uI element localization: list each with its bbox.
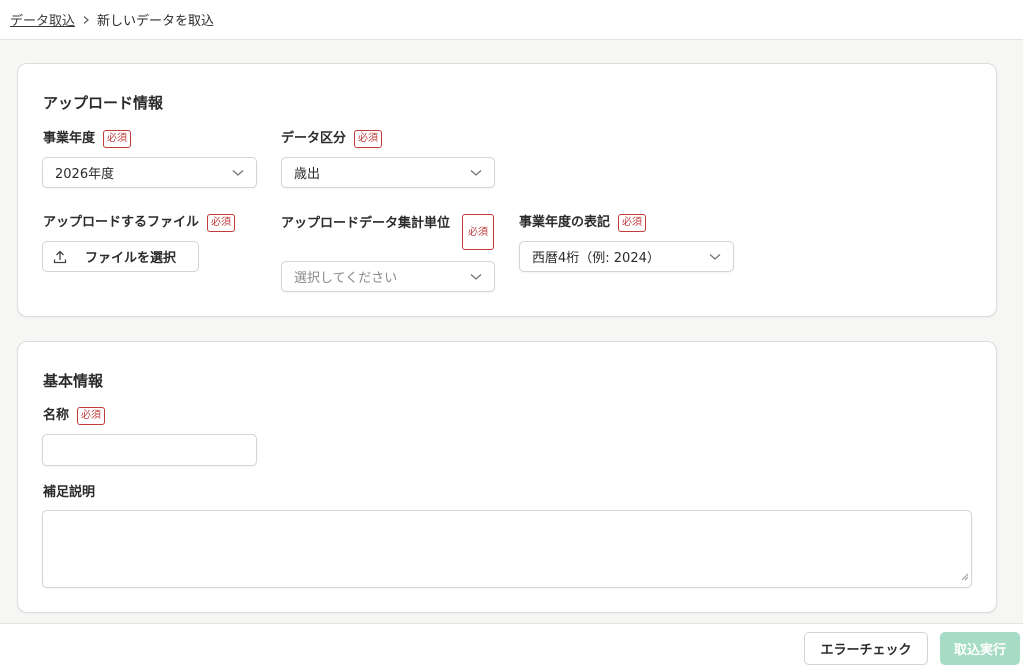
required-badge: 必須 [618,214,647,232]
choose-file-button[interactable]: ファイルを選択 [42,241,199,272]
name-label-text: 名称 [43,408,70,423]
breadcrumb-current: 新しいデータを取込 [97,14,215,29]
import-execute-button[interactable]: 取込実行 [940,632,1020,665]
choose-file-label: ファイルを選択 [85,251,177,266]
chevron-down-icon [232,169,244,177]
breadcrumb-parent-link[interactable]: データ取込 [10,10,75,29]
data-category-label-text: データ区分 [281,131,347,146]
chevron-right-icon [81,15,91,25]
description-label: 補足説明 [43,484,95,502]
year-notation-label-text: 事業年度の表記 [519,215,611,230]
breadcrumb: データ取込 新しいデータを取込 [0,0,1023,40]
basic-info-card: 基本情報 名称 必須 補足説明 [17,341,997,613]
upload-file-label: アップロードするファイル 必須 [43,214,236,232]
year-notation-select[interactable]: 西暦4桁（例: 2024） [519,241,734,272]
aggregation-unit-label: アップロードデータ集計単位 [281,216,451,231]
required-badge: 必須 [103,130,132,148]
data-category-value: 歳出 [294,167,321,182]
fiscal-year-value: 2026年度 [55,167,115,182]
upload-icon [53,250,67,264]
fiscal-year-select[interactable]: 2026年度 [42,157,257,188]
upload-info-card: アップロード情報 事業年度 必須 2026年度 データ区分 必須 歳出 アップロ… [17,63,997,317]
error-check-button[interactable]: エラーチェック [804,632,928,665]
chevron-down-icon [709,253,721,261]
required-badge: 必須 [462,214,494,250]
name-label: 名称 必須 [43,407,106,425]
fiscal-year-label: 事業年度 必須 [43,130,132,148]
name-input[interactable] [42,434,257,466]
data-category-label: データ区分 必須 [281,130,383,148]
basic-section-title: 基本情報 [43,372,104,390]
upload-file-label-text: アップロードするファイル [43,215,200,230]
aggregation-unit-placeholder: 選択してください [294,271,398,286]
year-notation-value: 西暦4桁（例: 2024） [532,251,660,266]
description-textarea[interactable] [42,510,972,588]
description-label-text: 補足説明 [43,485,96,500]
resize-handle-icon[interactable] [961,566,969,585]
data-category-select[interactable]: 歳出 [281,157,495,188]
year-notation-label: 事業年度の表記 必須 [519,214,647,232]
required-badge: 必須 [77,407,106,425]
required-badge: 必須 [207,214,236,232]
chevron-down-icon [470,169,482,177]
upload-section-title: アップロード情報 [43,94,164,112]
required-badge: 必須 [354,130,383,148]
chevron-down-icon [470,273,482,281]
aggregation-unit-select[interactable]: 選択してください [281,261,495,292]
fiscal-year-label-text: 事業年度 [43,131,96,146]
